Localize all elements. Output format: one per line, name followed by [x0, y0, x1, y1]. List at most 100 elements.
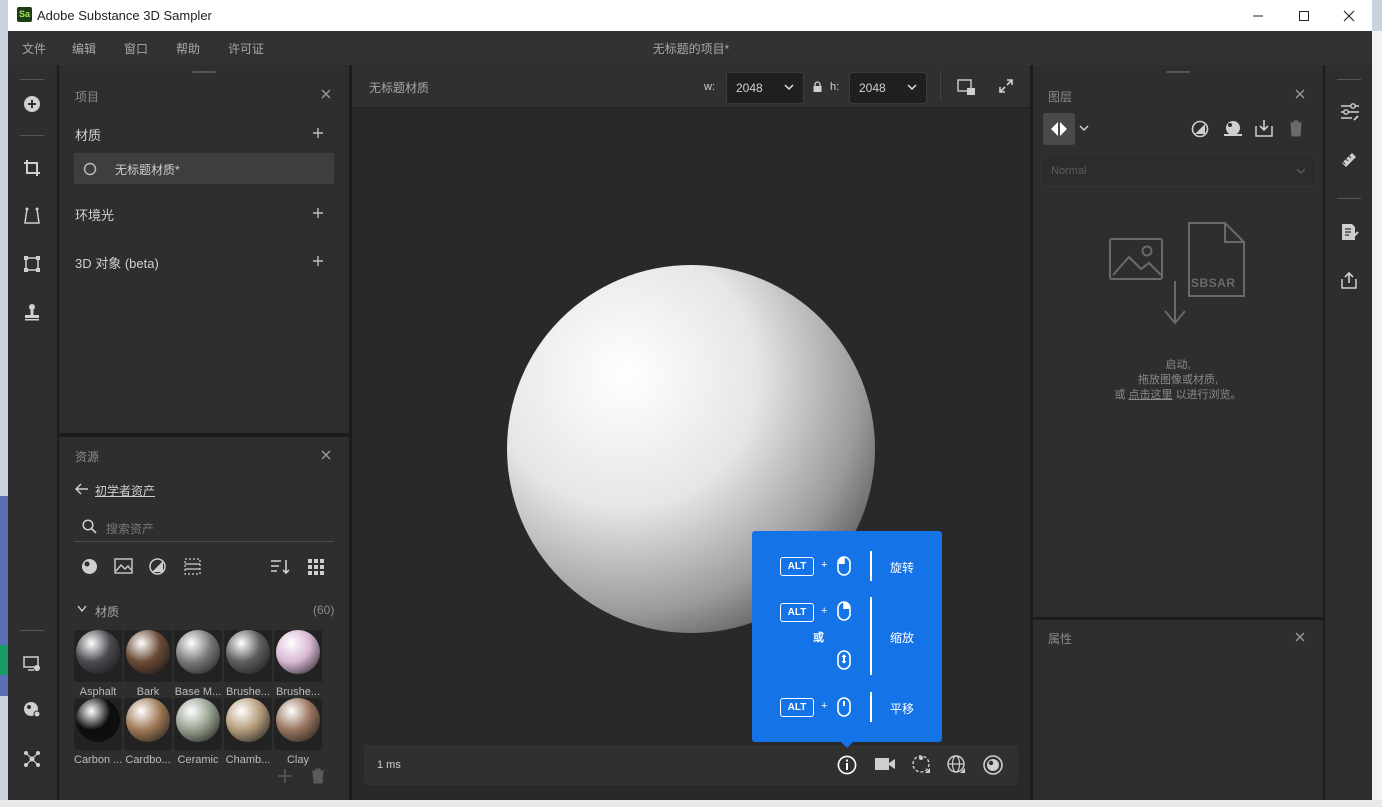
adjustments-icon[interactable]: [1340, 103, 1360, 121]
material-ball-preview: [176, 630, 220, 674]
mouse-scroll-icon: [837, 650, 851, 670]
asset-thumbnail: [274, 630, 322, 682]
breadcrumb-link[interactable]: 初学者资产: [95, 482, 155, 499]
pattern-filter-icon[interactable]: [184, 558, 201, 575]
alt-key-badge: ALT: [780, 603, 814, 622]
viewport-header: 无标题材质 w: 2048 h: 2048: [352, 65, 1030, 108]
delete-layer-icon[interactable]: [1289, 120, 1303, 137]
empty-line-1: 启动,: [1165, 359, 1191, 371]
asset-tile[interactable]: Clay: [274, 694, 322, 766]
add-object-button[interactable]: [311, 254, 325, 268]
measure-icon[interactable]: [1340, 151, 1358, 169]
display-settings-icon[interactable]: [20, 652, 44, 676]
material-list-item[interactable]: 无标题材质*: [74, 153, 334, 184]
asset-tile[interactable]: Brushe...: [274, 626, 322, 698]
asset-thumbnail: [124, 698, 172, 750]
tooltip-pointer: [840, 741, 854, 748]
maximize-button[interactable]: [1281, 0, 1327, 31]
chevron-down-icon[interactable]: [1079, 125, 1089, 132]
close-icon: [1295, 89, 1305, 99]
fill-layer-icon[interactable]: [1223, 120, 1243, 138]
fullscreen-icon[interactable]: [999, 79, 1013, 93]
back-arrow-icon[interactable]: [75, 483, 89, 495]
transform-icon[interactable]: [20, 252, 44, 276]
grid-view-icon[interactable]: [307, 558, 324, 575]
menu-license[interactable]: 许可证: [228, 40, 264, 57]
height-select[interactable]: 2048: [849, 72, 927, 104]
empty-line-2: 拖放图像或材质,: [1137, 374, 1219, 386]
add-asset-icon[interactable]: [278, 769, 292, 783]
perspective-icon[interactable]: [20, 204, 44, 228]
minimize-button[interactable]: [1235, 0, 1281, 31]
asset-thumbnail: [174, 698, 222, 750]
asset-tile[interactable]: Asphalt: [74, 626, 122, 698]
camera-icon[interactable]: [874, 756, 896, 772]
asset-label: Carbon ...: [74, 754, 122, 766]
compare-toggle-button[interactable]: [1043, 113, 1075, 145]
document-edit-icon[interactable]: [1341, 223, 1359, 241]
project-panel-close-button[interactable]: [319, 87, 333, 101]
width-select[interactable]: 2048: [726, 72, 804, 104]
image-filter-icon[interactable]: [114, 558, 133, 574]
blend-mode-value: Normal: [1051, 165, 1087, 177]
material-ball-preview: [226, 630, 270, 674]
render-time: 1 ms: [377, 759, 401, 771]
asset-tile[interactable]: Ceramic: [174, 694, 222, 766]
add-environment-button[interactable]: [311, 206, 325, 220]
node-graph-icon[interactable]: [20, 747, 44, 771]
asset-thumbnail: [124, 630, 172, 682]
layers-panel-close-button[interactable]: [1293, 87, 1307, 101]
menu-file[interactable]: 文件: [22, 40, 46, 57]
share-export-icon[interactable]: [1341, 272, 1357, 289]
empty-line-3: 或 点击这里 以进行浏览。: [1114, 389, 1242, 401]
lock-icon[interactable]: [813, 81, 822, 92]
stamp-icon[interactable]: [20, 300, 44, 324]
properties-panel-title: 属性: [1048, 632, 1073, 646]
background-window-bottom: [0, 800, 1382, 807]
crop-icon[interactable]: [20, 156, 44, 180]
environment-filter-icon[interactable]: [149, 558, 166, 575]
asset-tile[interactable]: Carbon ...: [74, 694, 122, 766]
trash-icon[interactable]: [311, 768, 325, 784]
menu-window[interactable]: 窗口: [124, 40, 148, 57]
material-ball-preview: [76, 630, 120, 674]
alt-key-badge: ALT: [780, 698, 814, 717]
right-toolbar: [1325, 65, 1372, 800]
add-circle-icon[interactable]: [20, 92, 44, 116]
asset-tile[interactable]: Cardbo...: [124, 694, 172, 766]
close-window-button[interactable]: [1326, 0, 1372, 31]
chevron-down-icon[interactable]: [77, 605, 87, 613]
asset-tile[interactable]: Brushe...: [224, 626, 272, 698]
asset-tile[interactable]: Bark: [124, 626, 172, 698]
sort-icon[interactable]: [270, 558, 290, 575]
info-icon[interactable]: [837, 755, 857, 775]
close-icon: [1295, 632, 1305, 642]
assets-panel-close-button[interactable]: [319, 448, 333, 462]
blend-mode-select[interactable]: Normal: [1041, 155, 1317, 187]
menu-help[interactable]: 帮助: [176, 40, 200, 57]
browse-link[interactable]: 点击这里: [1129, 389, 1173, 401]
asset-tile[interactable]: Chamb...: [224, 694, 272, 766]
light-rotate-icon[interactable]: [911, 754, 933, 776]
or-label: 或: [813, 632, 824, 644]
material-ball-preview: [126, 698, 170, 742]
export-view-icon[interactable]: [957, 79, 976, 96]
sbsar-label: SBSAR: [1191, 276, 1236, 290]
import-layer-icon[interactable]: [1255, 119, 1273, 137]
material-layer-icon[interactable]: [1191, 120, 1209, 138]
world-icon[interactable]: [946, 754, 968, 776]
asset-tile[interactable]: Base M...: [174, 626, 222, 698]
menu-edit[interactable]: 编辑: [72, 40, 96, 57]
material-ball-preview: [276, 630, 320, 674]
asset-thumbnail: [74, 698, 122, 750]
properties-panel-close-button[interactable]: [1293, 630, 1307, 644]
asset-search-field[interactable]: 搜索资产: [74, 512, 334, 542]
material-filter-icon[interactable]: [81, 558, 98, 575]
objects-section-label: 3D 对象 (beta): [75, 256, 159, 271]
environment-settings-icon[interactable]: [20, 698, 44, 722]
mouse-middle-click-icon: [837, 697, 851, 717]
material-ball-preview: [226, 698, 270, 742]
environment-sphere-icon[interactable]: [982, 754, 1004, 776]
add-material-button[interactable]: [311, 126, 325, 140]
viewport-footer: 1 ms: [364, 745, 1018, 785]
